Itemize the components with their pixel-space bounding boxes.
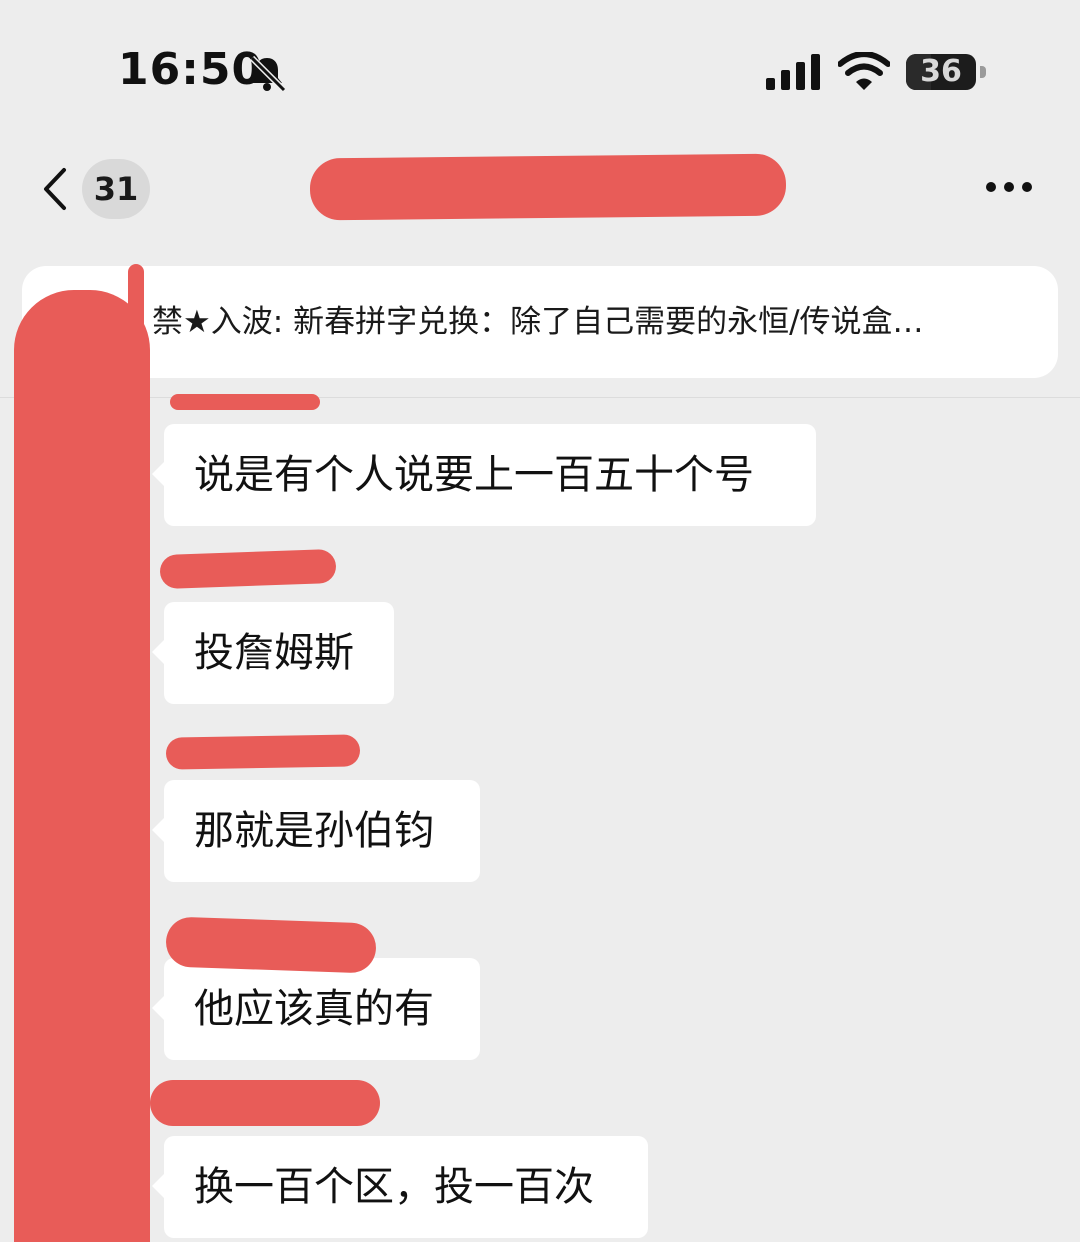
battery-cap xyxy=(980,66,986,78)
redaction-sender-name xyxy=(159,548,337,590)
message-text: 换一百个区，投一百次 xyxy=(194,1164,594,1210)
battery-level: 36 xyxy=(920,54,962,89)
more-icon[interactable] xyxy=(984,178,1036,198)
message-bubble[interactable]: 说是有个人说要上一百五十个号 xyxy=(152,424,816,526)
wifi-icon xyxy=(838,52,890,90)
bubble-tail xyxy=(152,1174,164,1198)
bubble-tail xyxy=(152,818,164,842)
message-text: 投詹姆斯 xyxy=(194,630,354,676)
bubble-tail xyxy=(152,462,164,486)
pinned-announcement[interactable]: 禁★入波: 新春拼字兑换：除了自己需要的永恒/传说盒… xyxy=(22,266,1058,378)
battery-body: 36 xyxy=(906,54,976,90)
unread-count-badge[interactable]: 31 xyxy=(82,159,150,219)
battery-icon: 36 xyxy=(906,54,988,90)
redaction-stroke xyxy=(128,264,144,394)
bubble-tail xyxy=(152,996,164,1020)
cellular-signal-icon xyxy=(766,54,820,90)
message-bubble[interactable]: 那就是孙伯钧 xyxy=(152,780,480,882)
bubble-tail xyxy=(152,640,164,664)
chat-header: 31 xyxy=(0,140,1080,250)
redaction-sender-name xyxy=(165,916,377,974)
redaction-avatar-column xyxy=(14,290,150,1242)
message-text: 他应该真的有 xyxy=(194,986,434,1032)
status-time: 16:50 xyxy=(118,44,264,95)
chevron-left-icon[interactable] xyxy=(36,164,76,214)
redaction-sender-name xyxy=(150,1080,380,1126)
redaction-sender-name xyxy=(170,394,320,410)
pinned-announcement-text: 禁★入波: 新春拼字兑换：除了自己需要的永恒/传说盒… xyxy=(152,304,924,340)
message-bubble[interactable]: 换一百个区，投一百次 xyxy=(152,1136,648,1238)
status-bar: 16:50 36 xyxy=(0,0,1080,140)
message-text: 说是有个人说要上一百五十个号 xyxy=(194,452,754,498)
redacted-chat-title xyxy=(309,153,787,221)
redaction-sender-name xyxy=(165,734,361,770)
message-text: 那就是孙伯钧 xyxy=(194,808,434,854)
message-bubble[interactable]: 他应该真的有 xyxy=(152,958,480,1060)
message-bubble[interactable]: 投詹姆斯 xyxy=(152,602,394,704)
bell-slash-icon xyxy=(249,55,287,93)
